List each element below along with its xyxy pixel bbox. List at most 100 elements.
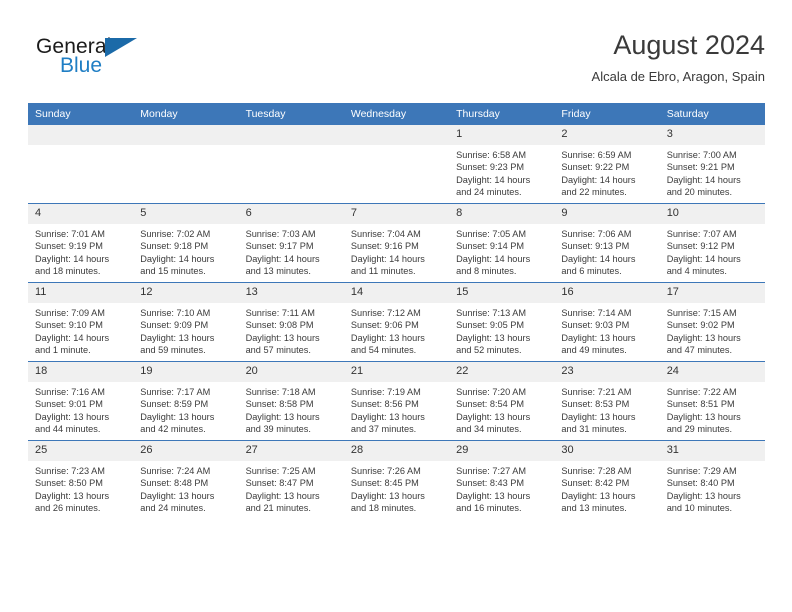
calendar-day-cell[interactable]: 31 Sunrise: 7:29 AM Sunset: 8:40 PM Dayligh… (659, 440, 765, 519)
sunset-text: Sunset: 9:21 PM (666, 162, 735, 173)
daylight-text-line2: and 42 minutes. (140, 423, 206, 434)
sunset-text: Sunset: 9:22 PM (561, 162, 630, 173)
day-number: 1 (449, 125, 555, 145)
calendar-day-cell[interactable]: 28 Sunrise: 7:26 AM Sunset: 8:45 PM Dayligh… (343, 440, 450, 519)
sunset-text: Sunset: 8:51 PM (666, 399, 735, 410)
day-sun-info: Sunrise: 7:01 AM Sunset: 9:19 PM Daylight:… (28, 224, 133, 277)
calendar-day-cell[interactable]: 21 Sunrise: 7:19 AM Sunset: 8:56 PM Dayligh… (343, 361, 450, 441)
day-sun-info: Sunrise: 7:04 AM Sunset: 9:16 PM Daylight:… (344, 224, 449, 277)
daylight-text-line1: Daylight: 13 hours (245, 332, 320, 343)
day-sun-info: Sunrise: 7:22 AM Sunset: 8:51 PM Daylight:… (660, 382, 765, 435)
day-number: 20 (238, 362, 344, 382)
day-sun-info: Sunrise: 7:17 AM Sunset: 8:59 PM Daylight:… (133, 382, 238, 435)
day-sun-info: Sunrise: 7:23 AM Sunset: 8:50 PM Daylight:… (28, 461, 133, 514)
daylight-text-line2: and 47 minutes. (666, 344, 733, 355)
calendar-day-cell[interactable]: 9 Sunrise: 7:06 AM Sunset: 9:13 PM Daylight… (554, 203, 660, 283)
sunrise-text: Sunrise: 7:09 AM (35, 308, 105, 318)
sunrise-text: Sunrise: 7:17 AM (140, 387, 211, 397)
day-number: 11 (28, 283, 134, 303)
calendar-day-cell[interactable]: 8 Sunrise: 7:05 AM Sunset: 9:14 PM Daylight… (449, 203, 555, 283)
daylight-text-line2: and 22 minutes. (561, 186, 627, 197)
daylight-text-line2: and 21 minutes. (245, 502, 311, 513)
day-number: 21 (343, 362, 450, 382)
calendar-day-cell[interactable]: 3 Sunrise: 7:00 AM Sunset: 9:21 PM Daylight… (659, 125, 765, 204)
daylight-text-line2: and 16 minutes. (456, 502, 522, 513)
day-number: 27 (238, 441, 344, 461)
calendar-day-cell[interactable]: 7 Sunrise: 7:04 AM Sunset: 9:16 PM Daylight… (343, 203, 450, 283)
sunset-text: Sunset: 8:50 PM (35, 478, 103, 489)
calendar-body: 1 Sunrise: 6:58 AM Sunset: 9:23 PM Daylight… (28, 125, 765, 519)
day-sun-info: Sunrise: 7:10 AM Sunset: 9:09 PM Daylight:… (133, 303, 238, 356)
weekday-header-monday: Monday (133, 103, 239, 125)
sunrise-text: Sunrise: 7:14 AM (561, 308, 632, 318)
calendar-day-cell[interactable]: 19 Sunrise: 7:17 AM Sunset: 8:59 PM Dayligh… (133, 361, 239, 441)
daylight-text-line2: and 37 minutes. (350, 423, 417, 434)
sunset-text: Sunset: 9:18 PM (140, 241, 209, 252)
day-sun-info: Sunrise: 7:11 AM Sunset: 9:08 PM Daylight:… (239, 303, 344, 356)
daylight-text-line2: and 15 minutes. (140, 265, 206, 276)
daylight-text-line1: Daylight: 13 hours (561, 411, 636, 422)
daylight-text-line2: and 57 minutes. (245, 344, 311, 355)
calendar-day-cell[interactable]: 30 Sunrise: 7:28 AM Sunset: 8:42 PM Dayligh… (554, 440, 660, 519)
calendar-day-cell[interactable]: 25 Sunrise: 7:23 AM Sunset: 8:50 PM Dayligh… (28, 440, 134, 519)
calendar-day-cell[interactable]: 6 Sunrise: 7:03 AM Sunset: 9:17 PM Daylight… (238, 203, 344, 283)
day-sun-info: Sunrise: 7:12 AM Sunset: 9:06 PM Daylight:… (344, 303, 449, 356)
day-sun-info: Sunrise: 7:16 AM Sunset: 9:01 PM Daylight:… (28, 382, 133, 435)
sunrise-text: Sunrise: 7:24 AM (140, 466, 211, 476)
sunrise-text: Sunrise: 7:18 AM (245, 387, 316, 397)
sunset-text: Sunset: 8:43 PM (456, 478, 525, 489)
sunrise-text: Sunrise: 7:12 AM (350, 308, 421, 318)
day-sun-info: Sunrise: 7:00 AM Sunset: 9:21 PM Daylight:… (660, 145, 765, 198)
calendar-day-cell[interactable]: 23 Sunrise: 7:21 AM Sunset: 8:53 PM Dayligh… (554, 361, 660, 441)
day-number: 28 (343, 441, 450, 461)
calendar-day-cell[interactable]: 1 Sunrise: 6:58 AM Sunset: 9:23 PM Daylight… (449, 125, 555, 204)
calendar-day-cell[interactable]: 16 Sunrise: 7:14 AM Sunset: 9:03 PM Dayligh… (554, 282, 660, 362)
daylight-text-line1: Daylight: 14 hours (561, 253, 636, 264)
daylight-text-line2: and 54 minutes. (350, 344, 417, 355)
calendar-day-cell[interactable]: 14 Sunrise: 7:12 AM Sunset: 9:06 PM Dayligh… (343, 282, 450, 362)
day-sun-info: Sunrise: 7:24 AM Sunset: 8:48 PM Daylight:… (133, 461, 238, 514)
daylight-text-line2: and 6 minutes. (561, 265, 622, 276)
calendar-day-cell[interactable]: 18 Sunrise: 7:16 AM Sunset: 9:01 PM Dayligh… (28, 361, 134, 441)
calendar-day-cell[interactable]: 29 Sunrise: 7:27 AM Sunset: 8:43 PM Dayligh… (449, 440, 555, 519)
calendar-day-cell[interactable]: 17 Sunrise: 7:15 AM Sunset: 9:02 PM Dayligh… (659, 282, 765, 362)
day-sun-info: Sunrise: 7:15 AM Sunset: 9:02 PM Daylight:… (660, 303, 765, 356)
calendar-day-cell[interactable]: 2 Sunrise: 6:59 AM Sunset: 9:22 PM Daylight… (554, 125, 660, 204)
sunset-text: Sunset: 8:54 PM (456, 399, 525, 410)
calendar-day-cell[interactable]: 5 Sunrise: 7:02 AM Sunset: 9:18 PM Daylight… (133, 203, 239, 283)
daylight-text-line2: and 13 minutes. (561, 502, 627, 513)
day-number: 15 (449, 283, 555, 303)
calendar-day-cell-empty (28, 125, 134, 204)
daylight-text-line2: and 34 minutes. (456, 423, 522, 434)
sunset-text: Sunset: 8:42 PM (561, 478, 630, 489)
sunset-text: Sunset: 8:40 PM (666, 478, 735, 489)
calendar-day-cell[interactable]: 26 Sunrise: 7:24 AM Sunset: 8:48 PM Dayligh… (133, 440, 239, 519)
sunset-text: Sunset: 8:53 PM (561, 399, 630, 410)
sunset-text: Sunset: 9:12 PM (666, 241, 735, 252)
calendar-day-cell[interactable]: 10 Sunrise: 7:07 AM Sunset: 9:12 PM Dayligh… (659, 203, 765, 283)
daylight-text-line1: Daylight: 13 hours (245, 411, 320, 422)
sunrise-text: Sunrise: 7:26 AM (350, 466, 421, 476)
daylight-text-line1: Daylight: 13 hours (561, 490, 636, 501)
daylight-text-line2: and 24 minutes. (456, 186, 522, 197)
calendar-day-cell[interactable]: 24 Sunrise: 7:22 AM Sunset: 8:51 PM Dayligh… (659, 361, 765, 441)
sunset-text: Sunset: 9:17 PM (245, 241, 314, 252)
sunset-text: Sunset: 9:08 PM (245, 320, 314, 331)
sunrise-text: Sunrise: 7:15 AM (666, 308, 737, 318)
calendar-day-cell[interactable]: 12 Sunrise: 7:10 AM Sunset: 9:09 PM Dayligh… (133, 282, 239, 362)
day-sun-info: Sunrise: 7:06 AM Sunset: 9:13 PM Daylight:… (554, 224, 659, 277)
calendar-day-cell[interactable]: 15 Sunrise: 7:13 AM Sunset: 9:05 PM Dayligh… (449, 282, 555, 362)
day-sun-info: Sunrise: 7:27 AM Sunset: 8:43 PM Daylight:… (449, 461, 554, 514)
calendar-day-cell[interactable]: 4 Sunrise: 7:01 AM Sunset: 9:19 PM Daylight… (28, 203, 134, 283)
calendar-day-cell[interactable]: 20 Sunrise: 7:18 AM Sunset: 8:58 PM Dayligh… (238, 361, 344, 441)
calendar-day-cell[interactable]: 11 Sunrise: 7:09 AM Sunset: 9:10 PM Dayligh… (28, 282, 134, 362)
calendar-day-cell[interactable]: 13 Sunrise: 7:11 AM Sunset: 9:08 PM Dayligh… (238, 282, 344, 362)
calendar-day-cell[interactable]: 22 Sunrise: 7:20 AM Sunset: 8:54 PM Dayligh… (449, 361, 555, 441)
calendar-day-cell[interactable]: 27 Sunrise: 7:25 AM Sunset: 8:47 PM Dayligh… (238, 440, 344, 519)
calendar-day-cell-empty (133, 125, 239, 204)
daylight-text-line2: and 18 minutes. (35, 265, 101, 276)
general-blue-logo[interactable]: General Blue (36, 36, 216, 84)
sunset-text: Sunset: 9:16 PM (350, 241, 419, 252)
day-number: 6 (238, 204, 344, 224)
day-sun-info: Sunrise: 7:18 AM Sunset: 8:58 PM Daylight:… (239, 382, 344, 435)
